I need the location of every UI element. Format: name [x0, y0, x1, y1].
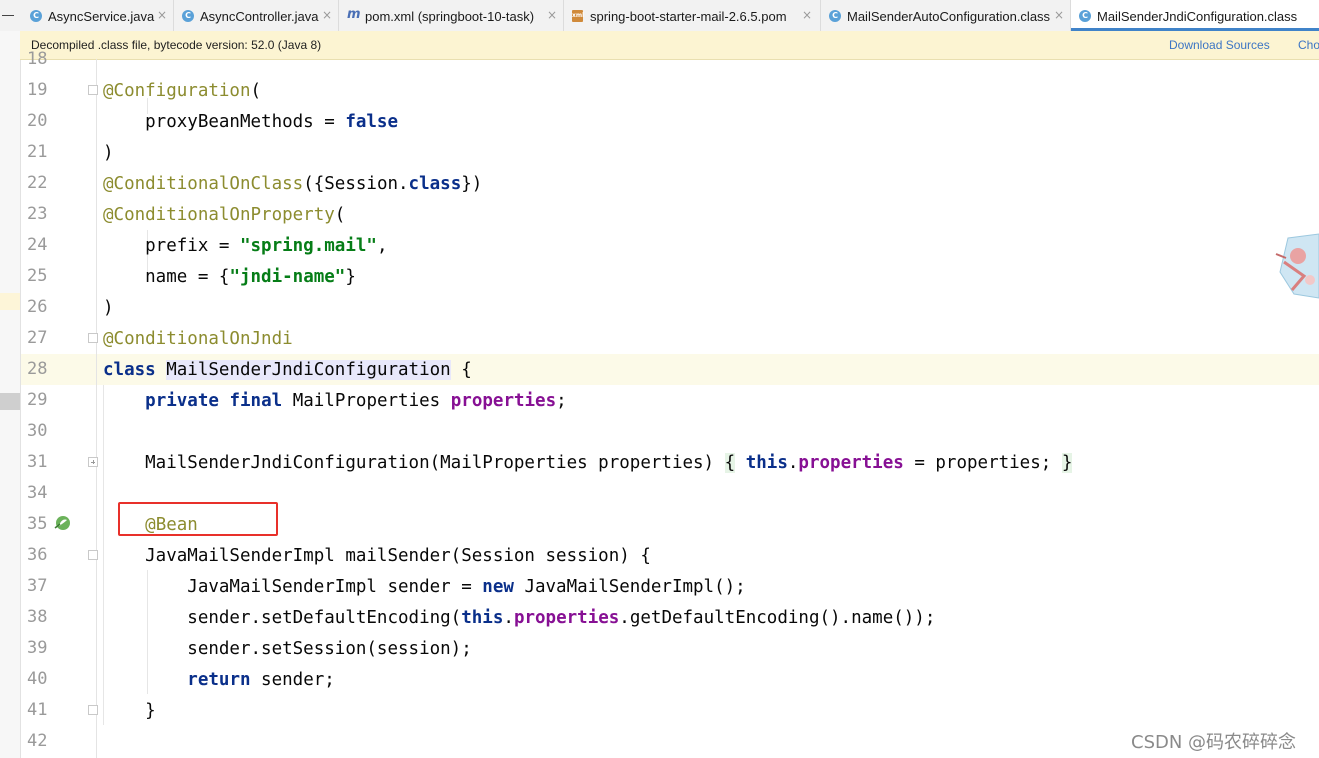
code-line-41: }: [103, 701, 156, 721]
keyword-token: class: [103, 360, 156, 380]
code-line-20: proxyBeanMethods = false: [103, 112, 398, 132]
field-token: properties: [450, 391, 557, 411]
string-token: "spring.mail": [239, 236, 377, 256]
code-line-36: JavaMailSenderImpl mailSender(Session se…: [103, 546, 651, 566]
code-line-40: return sender;: [103, 670, 335, 690]
annotation-token: @ConditionalOnClass: [103, 174, 304, 194]
code-token: JavaMailSenderImpl sender =: [103, 577, 483, 597]
code-token: prefix =: [103, 236, 240, 256]
code-token: sender;: [250, 670, 335, 690]
keyword-token: class: [408, 174, 462, 194]
code-token: ({Session.: [303, 174, 409, 194]
field-token: properties: [513, 608, 620, 628]
string-token: "jndi-name": [229, 267, 346, 287]
keyword-token: private: [145, 391, 219, 411]
code-token: name = {: [103, 267, 230, 287]
code-line-29: private final MailProperties properties;: [103, 391, 567, 411]
code-token: {: [461, 360, 472, 380]
code-token: }: [345, 267, 356, 287]
code-line-28: class MailSenderJndiConfiguration {: [103, 360, 472, 380]
code-token: MailSenderJndiConfiguration(MailProperti…: [103, 453, 725, 473]
code-token: = properties;: [903, 453, 1062, 473]
code-editor[interactable]: @Configuration( proxyBeanMethods = false…: [0, 0, 1319, 758]
code-line-21: ): [103, 143, 114, 163]
code-token: (: [334, 205, 346, 225]
code-token: ;: [556, 391, 567, 411]
code-token: ,: [376, 236, 388, 256]
decorative-mascot-image: [1275, 233, 1319, 299]
highlight-annotation-box: [118, 502, 278, 536]
keyword-token: false: [345, 112, 399, 132]
code-line-37: JavaMailSenderImpl sender = new JavaMail…: [103, 577, 746, 597]
code-token: }: [103, 701, 156, 721]
code-line-39: sender.setSession(session);: [103, 639, 472, 659]
annotation-token: @ConditionalOnProperty: [103, 205, 335, 225]
code-token: .: [787, 453, 799, 473]
keyword-token: this: [745, 453, 788, 473]
field-token: properties: [798, 453, 904, 473]
code-token: .getDefaultEncoding().name());: [619, 608, 936, 628]
code-token: JavaMailSenderImpl();: [513, 577, 746, 597]
code-token: }): [461, 174, 483, 194]
code-token: ): [103, 143, 114, 163]
code-line-31: MailSenderJndiConfiguration(MailProperti…: [103, 453, 1073, 473]
class-name-token: MailSenderJndiConfiguration: [166, 360, 451, 380]
brace-token: {: [724, 453, 736, 473]
code-token: sender.setDefaultEncoding(: [103, 608, 462, 628]
csdn-watermark: CSDN @码农碎碎念: [1131, 732, 1297, 753]
keyword-token: new: [482, 577, 514, 597]
code-line-27: @ConditionalOnJndi: [103, 329, 293, 349]
keyword-token: final: [229, 391, 283, 411]
code-token: proxyBeanMethods =: [103, 112, 346, 132]
keyword-token: return: [187, 670, 251, 690]
code-line-22: @ConditionalOnClass({Session.class}): [103, 174, 482, 194]
annotation-token: @ConditionalOnJndi: [103, 329, 293, 349]
code-line-23: @ConditionalOnProperty(: [103, 205, 345, 225]
type-token: MailProperties: [292, 391, 441, 411]
code-token: JavaMailSenderImpl mailSender(Session se…: [103, 546, 651, 566]
code-token: sender.setSession(session);: [103, 639, 472, 659]
code-token: (: [250, 81, 262, 101]
code-token: .: [503, 608, 514, 628]
brace-token: }: [1061, 453, 1073, 473]
code-line-25: name = {"jndi-name"}: [103, 267, 356, 287]
code-line-19: @Configuration(: [103, 81, 261, 101]
code-line-26: ): [103, 298, 114, 318]
annotation-token: @Configuration: [103, 81, 251, 101]
code-line-24: prefix = "spring.mail",: [103, 236, 387, 256]
code-line-38: sender.setDefaultEncoding(this.propertie…: [103, 608, 935, 628]
code-token: ): [103, 298, 114, 318]
keyword-token: this: [461, 608, 504, 628]
